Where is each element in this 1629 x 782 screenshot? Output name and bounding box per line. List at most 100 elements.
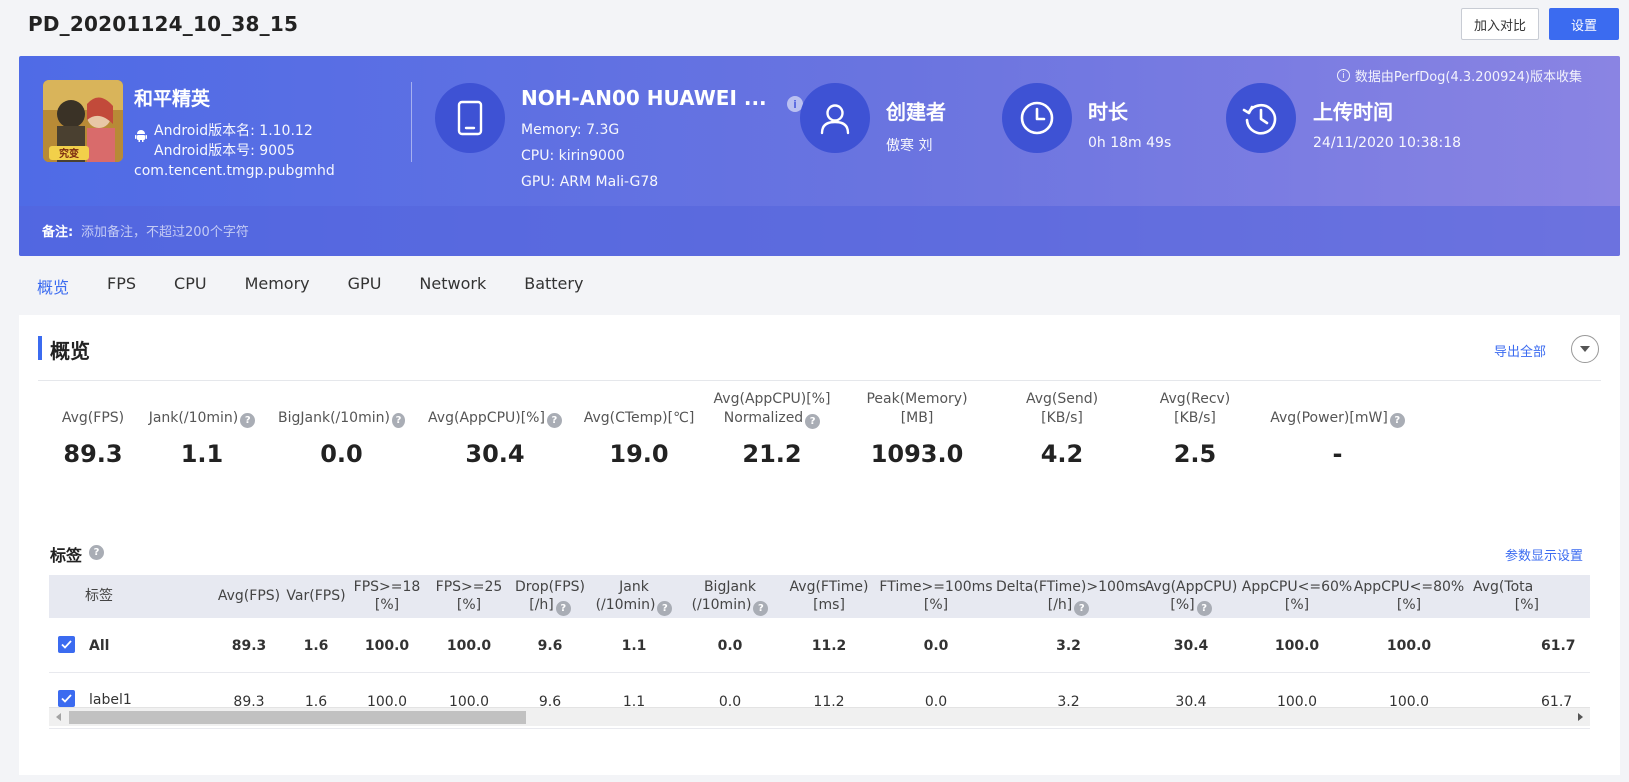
cell: 30.4	[1173, 638, 1209, 654]
metric-peak-memory: Peak(Memory)[MB] 1093.0	[851, 390, 983, 468]
section-title: 概览	[50, 339, 90, 363]
collect-note-text: 数据由PerfDog(4.3.200924)版本收集	[1354, 70, 1582, 85]
export-all-link[interactable]: 导出全部	[1494, 341, 1546, 360]
tab-battery[interactable]: Battery	[505, 268, 602, 306]
clock-icon	[1020, 101, 1054, 135]
metric-avg-power: Avg(Power)[mW]? -	[1269, 390, 1406, 468]
note-input[interactable]	[81, 219, 481, 245]
device-name: NOH-AN00 HUAWEI ...	[521, 86, 767, 110]
app-icon-text: 究变	[59, 147, 79, 160]
section-accent-bar	[38, 336, 42, 360]
tablet-icon	[457, 100, 483, 136]
col-drop-fps: Drop(FPS) [/h]?	[515, 579, 585, 616]
col-appcpu80: AppCPU<=80% [%]	[1353, 579, 1465, 613]
tags-title: 标签	[50, 546, 83, 565]
help-icon[interactable]: ?	[1074, 601, 1090, 616]
app-icon: 究变	[43, 80, 123, 162]
help-icon[interactable]: ?	[240, 413, 256, 428]
cell: 0.0	[923, 638, 949, 654]
metric-jank: Jank(/10min)? 1.1	[147, 390, 257, 468]
row-checkbox[interactable]	[58, 636, 75, 653]
metric-label: Avg(AppCPU)[%] Normalized?	[713, 390, 831, 429]
metric-value: 4.2	[1040, 440, 1084, 468]
tab-overview[interactable]: 概览	[18, 268, 88, 306]
metric-label: Avg(CTemp)[℃]	[583, 410, 695, 426]
upload-value: 24/11/2020 10:38:18	[1313, 135, 1462, 151]
help-icon[interactable]: ?	[1196, 601, 1212, 616]
app-version-code: Android版本号: 9005	[154, 143, 295, 159]
metric-label: Avg(Recv)[KB/s]	[1159, 391, 1231, 426]
overview-card: 概览 导出全部 Avg(FPS) 89.3 Jank(/10min)? 1.1 …	[19, 315, 1620, 775]
scrollbar-thumb[interactable]	[69, 711, 526, 724]
tab-network[interactable]: Network	[400, 268, 505, 306]
section-divider	[38, 380, 1601, 381]
collect-note: i 数据由PerfDog(4.3.200924)版本收集	[1336, 66, 1582, 85]
cell: 1.6	[303, 638, 329, 654]
metric-avg-recv: Avg(Recv)[KB/s] 2.5	[1139, 390, 1251, 468]
scroll-right-icon[interactable]	[1578, 713, 1583, 721]
upload-title: 上传时间	[1313, 100, 1393, 124]
col-tag: 标签	[85, 588, 113, 604]
metric-label: BigJank(/10min)?	[278, 390, 405, 428]
help-icon[interactable]: ?	[805, 413, 821, 429]
metric-label: Avg(AppCPU)[%]?	[425, 390, 565, 428]
row-checkbox[interactable]	[58, 690, 75, 707]
caret-down-icon	[1580, 346, 1590, 352]
col-fps25: FPS>=25 [%]	[435, 579, 503, 613]
android-icon	[134, 128, 148, 142]
metric-value: -	[1332, 440, 1343, 468]
duration-value: 0h 18m 49s	[1088, 135, 1172, 151]
creator-value: 傲寒 刘	[886, 138, 933, 154]
col-var-fps: Var(FPS)	[286, 588, 346, 604]
tab-memory[interactable]: Memory	[226, 268, 329, 306]
param-settings-link[interactable]: 参数显示设置	[1505, 545, 1583, 564]
metric-avg-appcpu-normalized: Avg(AppCPU)[%] Normalized? 21.2	[712, 390, 832, 469]
scroll-left-icon[interactable]	[56, 713, 61, 721]
metric-value: 89.3	[63, 440, 123, 468]
metric-value: 30.4	[465, 440, 525, 468]
banner-divider	[411, 82, 412, 162]
col-avg-ftime: Avg(FTime) [ms]	[789, 579, 869, 613]
summary-banner: 究变 和平精英 Android版本名: 1.10.12 Android版本号: …	[19, 56, 1620, 256]
col-avg-appcpu: Avg(AppCPU) [%]?	[1144, 579, 1238, 616]
tab-fps[interactable]: FPS	[88, 268, 155, 306]
cell: 1.1	[621, 638, 647, 654]
settings-button[interactable]: 设置	[1549, 8, 1619, 40]
metric-value: 0.0	[320, 440, 363, 468]
help-icon[interactable]: ?	[753, 601, 769, 616]
metric-bigjank: BigJank(/10min)? 0.0	[278, 390, 405, 468]
collapse-button[interactable]	[1571, 335, 1599, 363]
help-icon[interactable]: ?	[391, 413, 405, 428]
metric-value: 2.5	[1173, 440, 1217, 468]
tab-cpu[interactable]: CPU	[155, 268, 226, 306]
history-icon	[1242, 103, 1277, 135]
table-row: All 89.3 1.6 100.0 100.0 9.6 1.1 0.0 11.…	[49, 618, 1590, 673]
metric-label: Avg(Send)[KB/s]	[1025, 391, 1099, 426]
col-avg-fps: Avg(FPS)	[217, 588, 281, 604]
help-icon[interactable]: ?	[89, 545, 104, 560]
help-icon[interactable]: ?	[546, 413, 562, 428]
cell: 0.0	[717, 638, 743, 654]
table-header: 标签 Avg(FPS) Var(FPS) FPS>=18 [%] FPS>=25[…	[49, 575, 1590, 618]
tab-bar: 概览 FPS CPU Memory GPU Network Battery	[18, 268, 602, 306]
check-icon	[61, 694, 72, 703]
check-icon	[61, 640, 72, 649]
app-name: 和平精英	[134, 88, 211, 110]
cell: 100.0	[1386, 638, 1432, 654]
tab-gpu[interactable]: GPU	[329, 268, 401, 306]
note-label: 备注:	[42, 225, 74, 240]
help-icon[interactable]: ?	[555, 601, 571, 616]
help-icon[interactable]: ?	[657, 601, 673, 616]
add-to-compare-button[interactable]: 加入对比	[1461, 8, 1539, 40]
metric-value: 1093.0	[870, 440, 964, 468]
col-delta-ftime: Delta(FTime)>100ms [/h]?	[996, 579, 1146, 616]
col-jank: Jank (/10min)?	[590, 578, 678, 616]
cell: 100.0	[1274, 638, 1320, 654]
metric-value: 1.1	[180, 440, 224, 468]
cell: 61.7	[1541, 638, 1576, 654]
col-appcpu60: AppCPU<=60% [%]	[1241, 579, 1353, 613]
info-icon: i	[1336, 69, 1350, 82]
help-icon[interactable]: ?	[1389, 413, 1405, 428]
page-title: PD_20201124_10_38_15	[28, 12, 299, 36]
table-horizontal-scrollbar[interactable]	[49, 707, 1590, 726]
